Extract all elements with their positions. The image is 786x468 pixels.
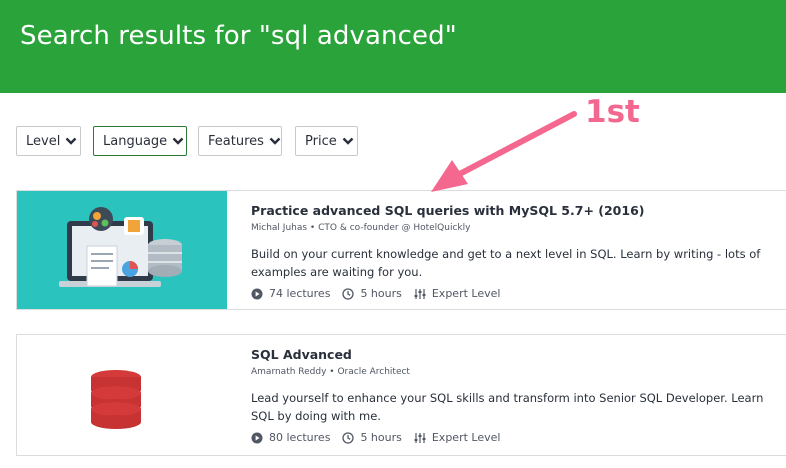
filter-language-label: Language	[103, 133, 168, 149]
chevron-down-icon	[269, 137, 281, 145]
lectures-count: 74 lectures	[251, 287, 330, 300]
course-card[interactable]: Practice advanced SQL queries with MySQL…	[16, 190, 786, 310]
course-meta: 74 lectures 5 hours Expert Level	[251, 287, 512, 300]
filter-level-label: Level	[26, 133, 61, 149]
course-level: Expert Level	[414, 287, 501, 300]
course-level: Expert Level	[414, 431, 501, 444]
filter-price-label: Price	[305, 133, 337, 149]
duration-label: 5 hours	[360, 287, 402, 300]
lectures-count: 80 lectures	[251, 431, 330, 444]
sliders-icon	[414, 288, 426, 299]
course-meta: 80 lectures 5 hours Expert Level	[251, 431, 512, 444]
play-circle-icon	[251, 288, 263, 299]
sliders-icon	[414, 432, 426, 443]
clock-icon	[342, 431, 355, 444]
filter-features[interactable]: Features	[198, 126, 282, 156]
course-title[interactable]: Practice advanced SQL queries with MySQL…	[251, 203, 645, 218]
play-circle-icon	[251, 432, 263, 443]
laptop-database-icon	[59, 207, 182, 287]
chevron-down-icon	[342, 137, 354, 145]
filter-level[interactable]: Level	[16, 126, 81, 156]
course-author: Amarnath Reddy • Oracle Architect	[251, 367, 410, 377]
course-card[interactable]: SQL Advanced Amarnath Reddy • Oracle Arc…	[16, 334, 786, 456]
duration-label: 5 hours	[360, 431, 402, 444]
course-title[interactable]: SQL Advanced	[251, 347, 352, 362]
course-thumbnail[interactable]	[17, 191, 227, 309]
chevron-down-icon	[65, 137, 77, 145]
course-duration: 5 hours	[342, 431, 402, 444]
chevron-down-icon	[172, 137, 184, 145]
lectures-label: 74 lectures	[269, 287, 331, 300]
filter-price[interactable]: Price	[295, 126, 358, 156]
course-duration: 5 hours	[342, 287, 402, 300]
database-icon	[91, 370, 141, 429]
filter-language[interactable]: Language	[93, 126, 187, 156]
lectures-label: 80 lectures	[269, 431, 331, 444]
course-description: Build on your current knowledge and get …	[251, 247, 761, 279]
course-thumbnail[interactable]	[17, 335, 227, 455]
page-title: Search results for "sql advanced"	[20, 21, 457, 51]
level-label: Expert Level	[431, 431, 501, 444]
course-description: Lead yourself to enhance your SQL skills…	[251, 391, 764, 423]
course-author: Michal Juhas • CTO & co-founder @ HotelQ…	[251, 223, 471, 233]
clock-icon	[342, 287, 355, 300]
annotation-label: 1st	[585, 94, 640, 130]
results-header: Search results for "sql advanced"	[0, 0, 786, 93]
filter-features-label: Features	[208, 133, 264, 149]
level-label: Expert Level	[431, 287, 501, 300]
